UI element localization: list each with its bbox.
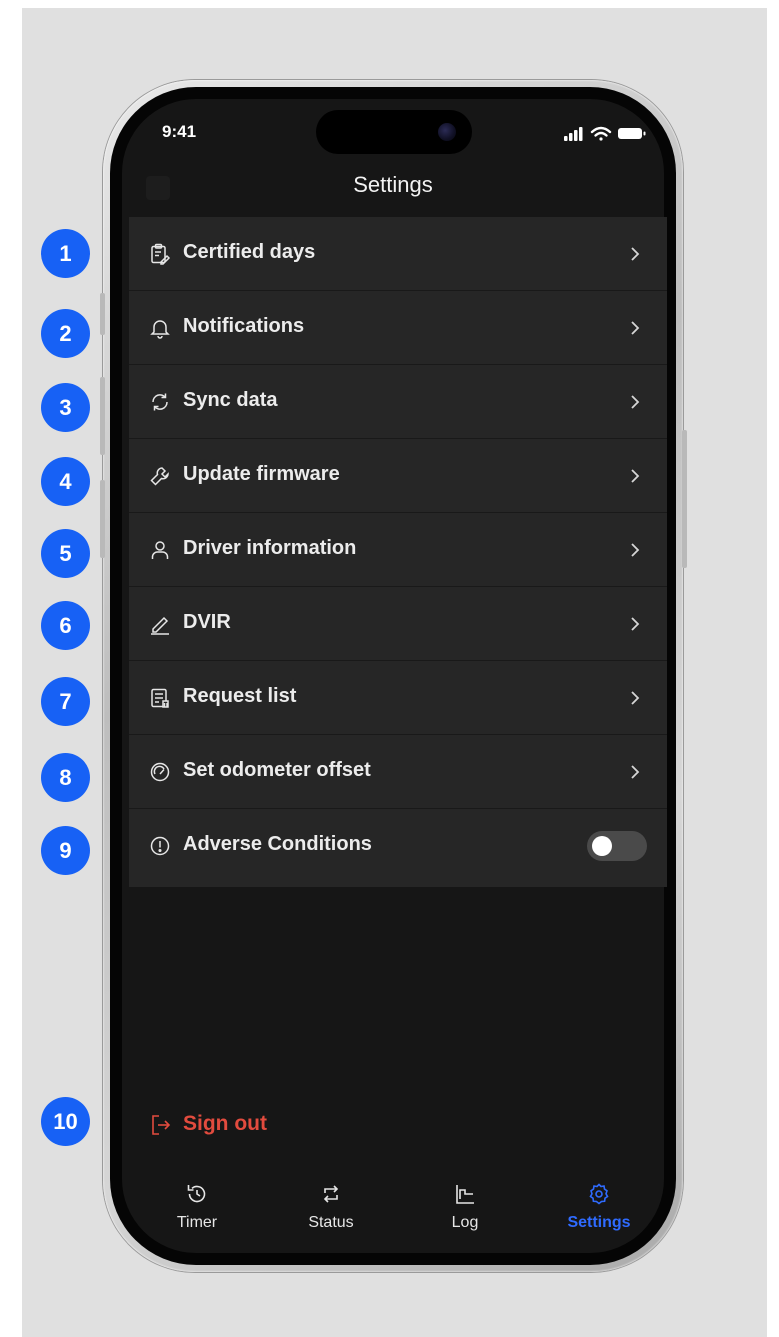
annotation-badge: 1 bbox=[41, 229, 90, 278]
tab-status[interactable]: Status bbox=[276, 1182, 386, 1242]
chevron-right-icon bbox=[631, 765, 640, 779]
bell-icon bbox=[150, 320, 170, 339]
settings-item-label: Notifications bbox=[183, 315, 305, 337]
chevron-right-icon bbox=[631, 469, 640, 483]
chevron-right-icon bbox=[631, 321, 640, 335]
annotation-badge: 8 bbox=[41, 753, 90, 802]
signal-icon bbox=[564, 127, 583, 141]
settings-item-label: DVIR bbox=[183, 611, 231, 633]
tab-label: Settings bbox=[567, 1214, 631, 1231]
annotation-badge: 5 bbox=[41, 529, 90, 578]
camera-icon bbox=[438, 123, 456, 141]
settings-item-sync-data[interactable]: Sync data bbox=[129, 365, 667, 439]
tab-label: Status bbox=[308, 1214, 354, 1231]
settings-item-dvir[interactable]: DVIR bbox=[129, 587, 667, 661]
action-button bbox=[100, 293, 105, 335]
swap-icon bbox=[323, 1185, 339, 1203]
annotation-badge: 10 bbox=[41, 1097, 90, 1146]
settings-item-certified-days[interactable]: Certified days bbox=[129, 217, 667, 291]
chevron-right-icon bbox=[631, 395, 640, 409]
annotation-badge: 3 bbox=[41, 383, 90, 432]
chevron-right-icon bbox=[631, 691, 640, 705]
tab-label: Log bbox=[451, 1214, 479, 1231]
settings-item-label: Set odometer offset bbox=[183, 759, 371, 781]
tab-label: Timer bbox=[176, 1214, 218, 1231]
chevron-right-icon bbox=[631, 617, 640, 631]
tab-timer[interactable]: Timer bbox=[142, 1182, 252, 1242]
settings-item-notifications[interactable]: Notifications bbox=[129, 291, 667, 365]
clipboard-edit-icon bbox=[151, 243, 171, 265]
settings-item-label: Driver information bbox=[183, 537, 357, 559]
pencil-icon bbox=[151, 616, 169, 635]
wifi-icon bbox=[590, 126, 612, 141]
page-title: Settings bbox=[353, 172, 433, 197]
history-icon bbox=[187, 1185, 206, 1203]
battery-icon bbox=[618, 128, 646, 139]
chevron-right-icon bbox=[631, 247, 640, 261]
chart-icon bbox=[456, 1185, 474, 1204]
volume-down-button bbox=[100, 480, 105, 558]
sync-icon bbox=[152, 393, 168, 411]
toggle-knob bbox=[592, 836, 612, 856]
annotation-badge: 7 bbox=[41, 677, 90, 726]
annotation-badge: 2 bbox=[41, 309, 90, 358]
status-indicators bbox=[564, 126, 646, 141]
settings-item-label: Sync data bbox=[183, 389, 278, 411]
adverse-conditions-toggle[interactable] bbox=[587, 831, 647, 861]
sign-out-icon bbox=[152, 1115, 171, 1135]
settings-item-label: Adverse Conditions bbox=[183, 833, 372, 855]
user-icon bbox=[151, 541, 169, 559]
sign-out-label: Sign out bbox=[183, 1112, 267, 1135]
settings-item-request-list[interactable]: Request list bbox=[129, 661, 667, 735]
tab-log[interactable]: Log bbox=[410, 1182, 520, 1242]
alert-circle-icon bbox=[150, 836, 170, 856]
settings-item-label: Update firmware bbox=[183, 463, 340, 485]
annotation-badge: 4 bbox=[41, 457, 90, 506]
annotation-badge: 9 bbox=[41, 826, 90, 875]
power-button bbox=[682, 430, 687, 568]
settings-item-driver-information[interactable]: Driver information bbox=[129, 513, 667, 587]
volume-up-button bbox=[100, 377, 105, 455]
wrench-icon bbox=[150, 467, 169, 486]
settings-item-update-firmware[interactable]: Update firmware bbox=[129, 439, 667, 513]
gauge-icon bbox=[150, 762, 170, 782]
tab-settings[interactable]: Settings bbox=[544, 1182, 654, 1242]
chevron-right-icon bbox=[631, 543, 640, 557]
settings-list: Certified days Notifications Sync data U… bbox=[129, 217, 667, 887]
settings-item-set-odometer-offset[interactable]: Set odometer offset bbox=[129, 735, 667, 809]
settings-item-adverse-conditions: Adverse Conditions bbox=[129, 809, 667, 883]
gear-icon bbox=[589, 1183, 609, 1205]
settings-item-label: Certified days bbox=[183, 241, 316, 263]
annotation-badge: 6 bbox=[41, 601, 90, 650]
settings-item-label: Request list bbox=[183, 685, 297, 707]
status-time: 9:41 bbox=[162, 122, 197, 141]
request-list-icon bbox=[151, 688, 169, 708]
